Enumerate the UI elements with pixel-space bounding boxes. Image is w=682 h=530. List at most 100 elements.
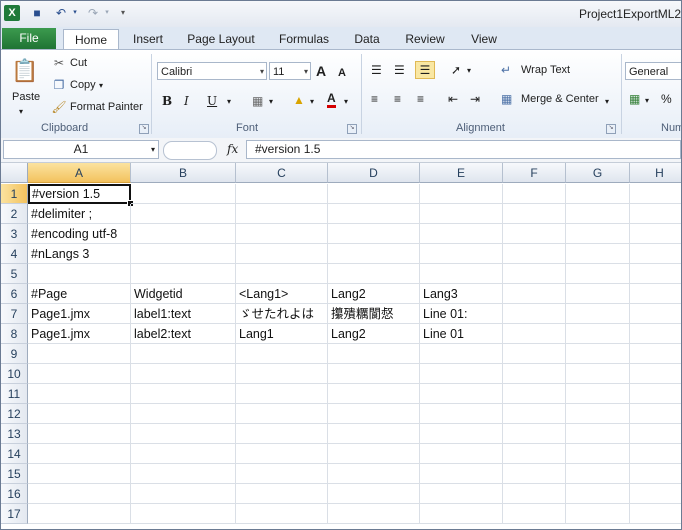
- cell-h1[interactable]: [630, 184, 681, 204]
- accounting-dropdown-icon[interactable]: ▾: [645, 93, 649, 109]
- cell-c2[interactable]: [236, 204, 328, 224]
- row-header-9[interactable]: 9: [1, 344, 28, 364]
- column-header-e[interactable]: E: [420, 163, 503, 183]
- accounting-format-icon[interactable]: ▦: [629, 91, 640, 107]
- cell-f13[interactable]: [503, 424, 566, 444]
- font-size-combo[interactable]: 11 ▾: [269, 62, 311, 80]
- bottom-align-icon[interactable]: ☰: [415, 61, 435, 79]
- tab-review[interactable]: Review: [397, 29, 453, 49]
- row-header-5[interactable]: 5: [1, 264, 28, 284]
- number-format-combo[interactable]: General: [625, 62, 681, 80]
- decrease-indent-icon[interactable]: ⇤: [448, 91, 458, 107]
- cell-h14[interactable]: [630, 444, 681, 464]
- cut-icon[interactable]: ✂: [51, 55, 67, 71]
- borders-icon[interactable]: ▦: [252, 93, 263, 109]
- merge-center-button[interactable]: Merge & Center: [521, 93, 599, 105]
- row-header-3[interactable]: 3: [1, 224, 28, 244]
- customize-qat-icon[interactable]: ▾: [115, 5, 131, 21]
- font-name-combo[interactable]: Calibri ▾: [157, 62, 267, 80]
- paste-dropdown-icon[interactable]: ▾: [19, 104, 23, 120]
- font-color-icon[interactable]: A: [327, 91, 336, 108]
- cell-g8[interactable]: [566, 324, 630, 344]
- cell-g2[interactable]: [566, 204, 630, 224]
- cell-d3[interactable]: [328, 224, 420, 244]
- cell-c15[interactable]: [236, 464, 328, 484]
- cell-g5[interactable]: [566, 264, 630, 284]
- cell-c9[interactable]: [236, 344, 328, 364]
- cell-b16[interactable]: [131, 484, 236, 504]
- cut-button[interactable]: Cut: [70, 57, 87, 69]
- paste-icon[interactable]: 📋: [11, 56, 39, 86]
- borders-dropdown-icon[interactable]: ▾: [269, 94, 273, 110]
- italic-button[interactable]: I: [184, 93, 189, 109]
- row-header-2[interactable]: 2: [1, 204, 28, 224]
- align-center-icon[interactable]: ≡: [394, 91, 401, 107]
- align-right-icon[interactable]: ≡: [417, 91, 424, 107]
- row-header-10[interactable]: 10: [1, 364, 28, 384]
- cell-f3[interactable]: [503, 224, 566, 244]
- row-header-16[interactable]: 16: [1, 484, 28, 504]
- cell-c12[interactable]: [236, 404, 328, 424]
- cell-h7[interactable]: [630, 304, 681, 324]
- cell-d14[interactable]: [328, 444, 420, 464]
- cell-h2[interactable]: [630, 204, 681, 224]
- cell-g3[interactable]: [566, 224, 630, 244]
- cell-h8[interactable]: [630, 324, 681, 344]
- cell-d8[interactable]: Lang2: [328, 324, 420, 344]
- cell-h6[interactable]: [630, 284, 681, 304]
- cell-c10[interactable]: [236, 364, 328, 384]
- clipboard-launcher-icon[interactable]: ↘: [139, 124, 149, 134]
- cell-e3[interactable]: [420, 224, 503, 244]
- row-header-8[interactable]: 8: [1, 324, 28, 344]
- cell-a7[interactable]: Page1.jmx: [28, 304, 131, 324]
- cell-d2[interactable]: [328, 204, 420, 224]
- cell-e14[interactable]: [420, 444, 503, 464]
- row-header-11[interactable]: 11: [1, 384, 28, 404]
- cell-a13[interactable]: [28, 424, 131, 444]
- column-header-d[interactable]: D: [328, 163, 420, 183]
- cell-g15[interactable]: [566, 464, 630, 484]
- tab-page-layout[interactable]: Page Layout: [181, 29, 261, 49]
- row-header-4[interactable]: 4: [1, 244, 28, 264]
- cell-e1[interactable]: [420, 184, 503, 204]
- cell-e17[interactable]: [420, 504, 503, 524]
- cell-a12[interactable]: [28, 404, 131, 424]
- cell-e8[interactable]: Line 01: [420, 324, 503, 344]
- paste-button[interactable]: Paste: [12, 91, 40, 103]
- cell-a11[interactable]: [28, 384, 131, 404]
- cell-e6[interactable]: Lang3: [420, 284, 503, 304]
- cell-d16[interactable]: [328, 484, 420, 504]
- cell-h13[interactable]: [630, 424, 681, 444]
- cell-g14[interactable]: [566, 444, 630, 464]
- cell-f8[interactable]: [503, 324, 566, 344]
- cell-a16[interactable]: [28, 484, 131, 504]
- tab-data[interactable]: Data: [345, 29, 389, 49]
- underline-dropdown-icon[interactable]: ▾: [227, 94, 231, 110]
- cell-g10[interactable]: [566, 364, 630, 384]
- cell-g13[interactable]: [566, 424, 630, 444]
- insert-function-icon[interactable]: fx: [227, 142, 238, 156]
- middle-align-icon[interactable]: ☰: [394, 62, 405, 78]
- cell-g9[interactable]: [566, 344, 630, 364]
- cell-g7[interactable]: [566, 304, 630, 324]
- bold-button[interactable]: B: [162, 93, 172, 109]
- cell-f17[interactable]: [503, 504, 566, 524]
- cell-h12[interactable]: [630, 404, 681, 424]
- cell-c1[interactable]: [236, 184, 328, 204]
- cell-a10[interactable]: [28, 364, 131, 384]
- cell-c5[interactable]: [236, 264, 328, 284]
- tab-file[interactable]: File: [2, 28, 56, 49]
- cell-b11[interactable]: [131, 384, 236, 404]
- cell-b2[interactable]: [131, 204, 236, 224]
- font-size-dropdown-icon[interactable]: ▾: [304, 63, 308, 81]
- cell-e10[interactable]: [420, 364, 503, 384]
- top-align-icon[interactable]: ☰: [371, 62, 382, 78]
- row-header-6[interactable]: 6: [1, 284, 28, 304]
- cell-a9[interactable]: [28, 344, 131, 364]
- cell-g1[interactable]: [566, 184, 630, 204]
- column-header-f[interactable]: F: [503, 163, 566, 183]
- percent-style-button[interactable]: %: [661, 91, 672, 107]
- cell-a8[interactable]: Page1.jmx: [28, 324, 131, 344]
- cell-e12[interactable]: [420, 404, 503, 424]
- cell-d13[interactable]: [328, 424, 420, 444]
